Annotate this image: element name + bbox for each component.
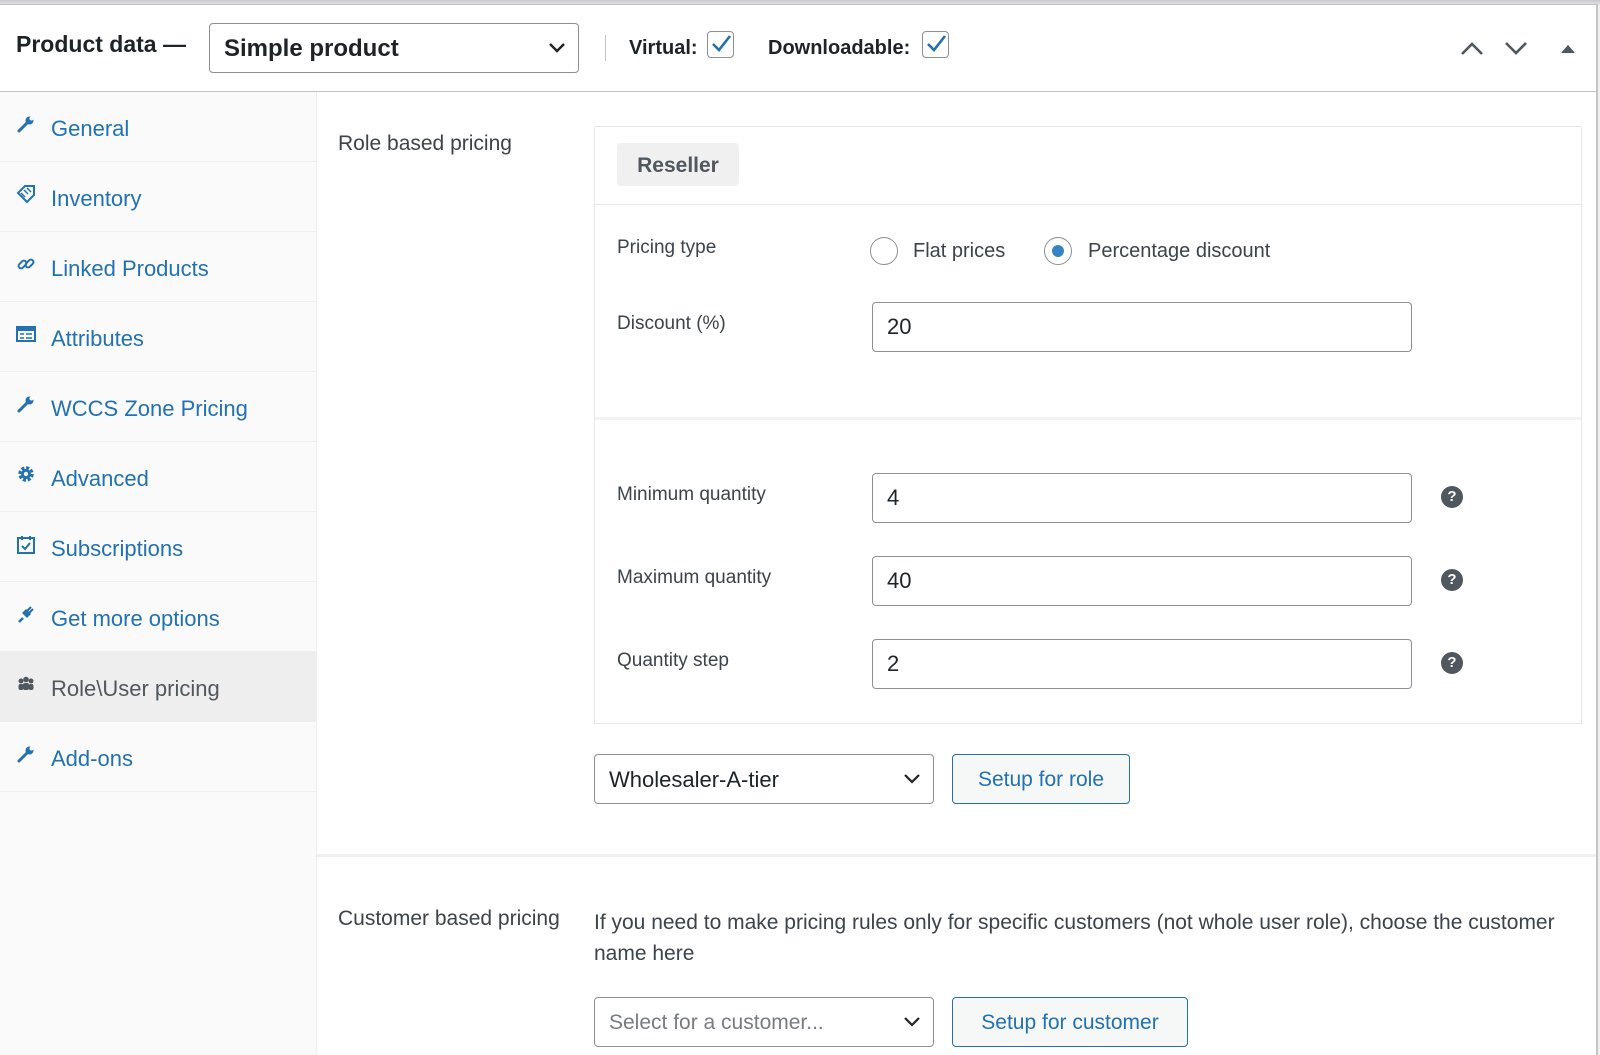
gear-icon — [18, 466, 34, 482]
qty-step-label: Quantity step — [617, 650, 729, 671]
product-type-value: Simple product — [224, 35, 399, 62]
tab-label: Role\User pricing — [51, 676, 220, 701]
wrench-icon — [17, 396, 34, 413]
checkmark-icon — [927, 35, 947, 52]
help-icon[interactable]: ? — [1441, 652, 1463, 674]
product-data-tabs: General Inventory Linked Products Attrib… — [0, 92, 317, 1055]
tab-subscriptions[interactable]: Subscriptions — [0, 512, 317, 582]
tab-inventory[interactable]: Inventory — [0, 162, 317, 232]
customer-pricing-description: If you need to make pricing rules only f… — [594, 911, 1555, 965]
chevron-up-icon[interactable] — [1459, 37, 1485, 59]
setup-for-role-button[interactable]: Setup for role — [952, 754, 1130, 804]
help-icon[interactable]: ? — [1441, 569, 1463, 591]
customer-select[interactable]: Select for a customer... — [594, 997, 934, 1047]
customer-pricing-label: Customer based pricing — [338, 907, 560, 930]
role-pricing-label: Role based pricing — [338, 132, 512, 155]
tag-icon — [16, 185, 35, 204]
role-user-pricing-panel: Role based pricing Reseller Pricing type… — [317, 92, 1596, 1055]
min-qty-input[interactable] — [872, 473, 1412, 523]
tab-get-more-options[interactable]: Get more options — [0, 582, 317, 652]
tab-label: Advanced — [51, 466, 149, 491]
chevron-down-icon — [904, 774, 920, 784]
customer-select-placeholder: Select for a customer... — [609, 1011, 824, 1034]
pricing-type-label: Pricing type — [617, 237, 717, 258]
chevron-down-icon — [904, 1017, 920, 1027]
flat-prices-radio[interactable] — [870, 237, 898, 265]
discount-label: Discount (%) — [617, 313, 726, 334]
link-icon — [17, 258, 35, 270]
percentage-discount-radio[interactable] — [1044, 237, 1072, 265]
panel-title: Product data — — [16, 31, 186, 57]
downloadable-label: Downloadable: — [768, 37, 911, 59]
tab-label: Inventory — [51, 186, 142, 211]
tab-advanced[interactable]: Advanced — [0, 442, 317, 512]
checkmark-icon — [712, 35, 732, 52]
plugin-icon — [18, 606, 34, 623]
role-header: Reseller — [595, 127, 1581, 205]
role-pricing-box: Reseller Pricing type Flat prices Percen… — [594, 126, 1582, 724]
tab-label: Subscriptions — [51, 536, 184, 561]
tab-label: Add-ons — [51, 746, 133, 771]
triangle-up-icon[interactable] — [1555, 37, 1581, 59]
max-qty-label: Maximum quantity — [617, 567, 772, 588]
role-name-badge[interactable]: Reseller — [617, 143, 739, 186]
users-icon — [18, 676, 34, 690]
section-divider — [317, 854, 1596, 857]
tab-label: Get more options — [51, 606, 220, 631]
chevron-down-icon[interactable] — [1503, 37, 1529, 59]
help-icon[interactable]: ? — [1441, 486, 1463, 508]
role-select-value: Wholesaler-A-tier — [609, 767, 779, 792]
setup-for-customer-button[interactable]: Setup for customer — [952, 997, 1188, 1047]
product-type-select[interactable]: Simple product — [209, 23, 579, 73]
role-select[interactable]: Wholesaler-A-tier — [594, 754, 934, 804]
min-qty-label: Minimum quantity — [617, 484, 766, 505]
tab-label: Linked Products — [51, 256, 209, 281]
percentage-discount-label: Percentage discount — [1088, 240, 1271, 262]
calendar-check-icon — [17, 536, 35, 554]
role-section-divider — [595, 417, 1581, 420]
product-data-panel: Product data — Simple product Virtual: D… — [0, 4, 1598, 1055]
tab-role-user-pricing[interactable]: Role\User pricing — [0, 652, 317, 722]
virtual-label: Virtual: — [629, 37, 698, 59]
panel-header: Product data — Simple product Virtual: D… — [0, 5, 1596, 92]
qty-step-input[interactable] — [872, 639, 1412, 689]
header-divider — [605, 35, 606, 61]
tab-label: WCCS Zone Pricing — [51, 396, 248, 421]
wrench-icon — [17, 116, 34, 133]
tab-label: Attributes — [51, 326, 144, 351]
flat-prices-label: Flat prices — [913, 240, 1006, 262]
tab-add-ons[interactable]: Add-ons — [0, 722, 317, 792]
tab-general[interactable]: General — [0, 92, 317, 162]
downloadable-checkbox[interactable] — [922, 31, 949, 58]
list-icon — [16, 326, 36, 342]
max-qty-input[interactable] — [872, 556, 1412, 606]
tab-linked-products[interactable]: Linked Products — [0, 232, 317, 302]
tab-label: General — [51, 116, 130, 141]
tab-wccs-zone-pricing[interactable]: WCCS Zone Pricing — [0, 372, 317, 442]
virtual-checkbox[interactable] — [707, 31, 734, 58]
tab-attributes[interactable]: Attributes — [0, 302, 317, 372]
chevron-down-icon — [549, 43, 565, 53]
discount-input[interactable] — [872, 302, 1412, 352]
wrench-icon — [17, 746, 34, 763]
